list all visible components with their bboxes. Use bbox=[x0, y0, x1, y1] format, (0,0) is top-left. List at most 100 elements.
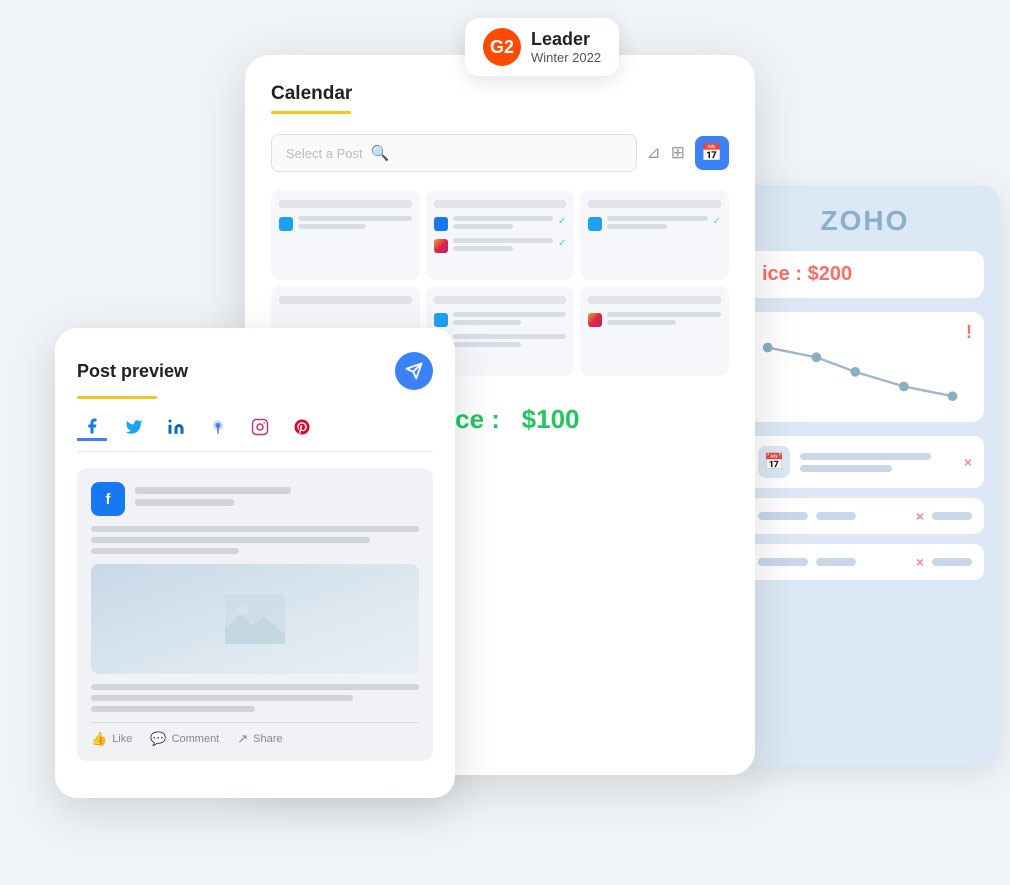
fb-post-bottom bbox=[91, 684, 419, 712]
facebook-post-preview: f 👍 Like bbox=[77, 468, 433, 761]
facebook-icon-2 bbox=[434, 217, 448, 231]
like-label: Like bbox=[112, 733, 132, 745]
comment-label: Comment bbox=[172, 733, 220, 745]
fb-name-line-2 bbox=[135, 499, 234, 506]
cal-cell-header-1 bbox=[279, 200, 412, 208]
fb-post-text bbox=[91, 526, 419, 554]
zoho-close-icon-2[interactable]: × bbox=[916, 508, 924, 524]
fb-post-header: f bbox=[91, 482, 419, 516]
cal-line bbox=[607, 320, 675, 325]
cal-post-1 bbox=[279, 216, 412, 232]
calendar-search-box[interactable]: Select a Post 🔍 bbox=[271, 134, 637, 172]
tab-twitter[interactable] bbox=[119, 413, 149, 441]
calendar-title: Calendar bbox=[271, 83, 729, 105]
cal-line bbox=[607, 224, 667, 229]
fb-avatar: f bbox=[91, 482, 125, 516]
zoho-price-label: ice : bbox=[762, 263, 808, 285]
settings-sliders-icon[interactable]: ⊞ bbox=[671, 143, 685, 163]
g2-leader-label: Leader bbox=[531, 29, 601, 50]
check-icon-2: ✓ bbox=[558, 238, 566, 249]
maps-icon bbox=[208, 417, 228, 437]
zoho-line-2 bbox=[800, 465, 892, 472]
check-icon-1: ✓ bbox=[558, 216, 566, 227]
fb-text-line-3 bbox=[91, 548, 239, 554]
zoho-block-3 bbox=[932, 512, 972, 520]
instagram-icon-2 bbox=[588, 313, 602, 327]
preview-header: Post preview bbox=[77, 352, 433, 390]
cal-line bbox=[607, 216, 707, 221]
fb-text-line-2 bbox=[91, 537, 370, 543]
comment-icon: 💬 bbox=[150, 731, 166, 747]
twitter-icon-1 bbox=[279, 217, 293, 231]
twitter-icon-2 bbox=[588, 217, 602, 231]
cal-cell-2: ✓ ✓ bbox=[426, 190, 575, 280]
cal-line bbox=[453, 224, 513, 229]
cal-line bbox=[453, 342, 521, 347]
zoho-calendar-icon: 📅 bbox=[758, 446, 790, 478]
cal-post-3: ✓ bbox=[434, 238, 567, 254]
cal-line bbox=[298, 224, 366, 229]
cal-post-5 bbox=[434, 312, 567, 328]
tab-linkedin[interactable] bbox=[161, 413, 191, 441]
fb-like-button[interactable]: 👍 Like bbox=[91, 731, 132, 747]
cal-post-lines-7 bbox=[607, 312, 721, 328]
send-icon bbox=[405, 362, 423, 380]
send-button[interactable] bbox=[395, 352, 433, 390]
calendar-search-row: Select a Post 🔍 ⊿ ⊞ 📅 bbox=[271, 134, 729, 172]
g2-logo: G2 bbox=[483, 28, 521, 66]
cal-post-lines-5 bbox=[453, 312, 567, 328]
zoho-price-value: $200 bbox=[808, 263, 853, 285]
zoho-block-1 bbox=[758, 512, 808, 520]
cal-post-4: ✓ bbox=[588, 216, 721, 232]
calendar-view-icon[interactable]: 📅 bbox=[695, 136, 729, 170]
cal-cell-header-2 bbox=[434, 200, 567, 208]
cal-line bbox=[607, 312, 721, 317]
preview-tabs bbox=[77, 413, 433, 452]
fb-bottom-line-2 bbox=[91, 695, 353, 701]
fb-post-name bbox=[135, 487, 419, 511]
zoho-bottom-row-2: × bbox=[746, 544, 984, 580]
price-value: $100 bbox=[522, 404, 580, 434]
filter-icon[interactable]: ⊿ bbox=[647, 143, 661, 163]
instagram-icon-1 bbox=[434, 239, 448, 253]
like-icon: 👍 bbox=[91, 731, 107, 747]
zoho-close-icon[interactable]: × bbox=[964, 454, 972, 470]
cal-cell-3: ✓ bbox=[580, 190, 729, 280]
cal-line bbox=[453, 238, 553, 243]
cal-post-lines-4 bbox=[607, 216, 707, 232]
cal-post-lines-6 bbox=[453, 334, 567, 350]
zoho-block-4 bbox=[758, 558, 808, 566]
zoho-bottom-rows: × × bbox=[746, 498, 984, 580]
post-preview-card: Post preview bbox=[55, 328, 455, 798]
cal-line bbox=[453, 320, 521, 325]
tab-facebook[interactable] bbox=[77, 413, 107, 441]
zoho-logo: ZOHO bbox=[746, 205, 984, 237]
cal-line bbox=[298, 216, 412, 221]
share-icon: ↗ bbox=[237, 731, 248, 747]
zoho-exclaim-icon: ! bbox=[966, 322, 972, 343]
cal-post-7 bbox=[588, 312, 721, 328]
fb-post-image bbox=[91, 564, 419, 674]
cal-post-lines-3 bbox=[453, 238, 553, 254]
fb-name-line-1 bbox=[135, 487, 291, 494]
fb-text-line-1 bbox=[91, 526, 419, 532]
g2-winter-label: Winter 2022 bbox=[531, 50, 601, 65]
cal-cell-header-5 bbox=[434, 296, 567, 304]
search-placeholder-text: Select a Post bbox=[286, 146, 363, 161]
cal-cell-1 bbox=[271, 190, 420, 280]
preview-underline bbox=[77, 396, 157, 399]
tab-pinterest[interactable] bbox=[287, 413, 317, 441]
fb-share-button[interactable]: ↗ Share bbox=[237, 731, 282, 747]
fb-post-actions: 👍 Like 💬 Comment ↗ Share bbox=[91, 722, 419, 747]
zoho-block-5 bbox=[816, 558, 856, 566]
tab-instagram[interactable] bbox=[245, 413, 275, 441]
cal-line bbox=[453, 246, 513, 251]
cal-cell-6 bbox=[580, 286, 729, 376]
cal-post-2: ✓ bbox=[434, 216, 567, 232]
tab-google-maps[interactable] bbox=[203, 413, 233, 441]
fb-comment-button[interactable]: 💬 Comment bbox=[150, 731, 219, 747]
zoho-close-icon-3[interactable]: × bbox=[916, 554, 924, 570]
calendar-underline bbox=[271, 111, 351, 114]
zoho-block-2 bbox=[816, 512, 856, 520]
cal-line bbox=[453, 334, 567, 339]
